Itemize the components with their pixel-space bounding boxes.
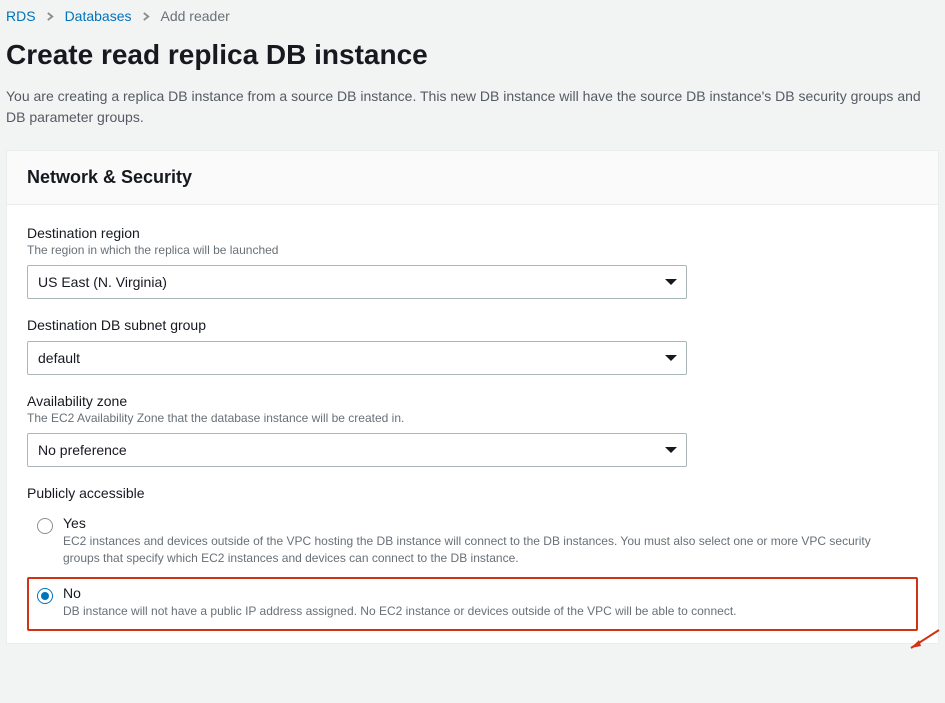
radio-description: DB instance will not have a public IP ad… <box>63 603 893 620</box>
chevron-right-icon <box>46 8 55 24</box>
panel-header: Network & Security <box>7 151 938 205</box>
select-value: default <box>38 350 80 366</box>
field-label: Destination DB subnet group <box>27 317 918 333</box>
caret-down-icon <box>664 275 678 289</box>
page-title: Create read replica DB instance <box>6 30 939 86</box>
field-hint: The EC2 Availability Zone that the datab… <box>27 411 918 425</box>
panel-title: Network & Security <box>27 167 918 188</box>
network-security-panel: Network & Security Destination region Th… <box>6 150 939 644</box>
destination-region-select[interactable]: US East (N. Virginia) <box>27 265 687 299</box>
radio-description: EC2 instances and devices outside of the… <box>63 533 893 568</box>
field-hint: The region in which the replica will be … <box>27 243 918 257</box>
radio-yes[interactable] <box>37 518 53 534</box>
field-destination-region: Destination region The region in which t… <box>27 225 918 299</box>
field-label: Destination region <box>27 225 918 241</box>
subnet-group-select[interactable]: default <box>27 341 687 375</box>
breadcrumb: RDS Databases Add reader <box>6 6 939 30</box>
radio-label: Yes <box>63 515 908 531</box>
breadcrumb-link-databases[interactable]: Databases <box>65 8 132 24</box>
field-publicly-accessible: Publicly accessible Yes EC2 instances an… <box>27 485 918 631</box>
select-value: US East (N. Virginia) <box>38 274 167 290</box>
chevron-right-icon <box>142 8 151 24</box>
select-value: No preference <box>38 442 127 458</box>
availability-zone-select[interactable]: No preference <box>27 433 687 467</box>
caret-down-icon <box>664 351 678 365</box>
field-subnet-group: Destination DB subnet group default <box>27 317 918 375</box>
page-description: You are creating a replica DB instance f… <box>6 86 926 150</box>
breadcrumb-current: Add reader <box>161 8 230 24</box>
radio-option-yes[interactable]: Yes EC2 instances and devices outside of… <box>27 507 918 578</box>
radio-no[interactable] <box>37 588 53 604</box>
field-label: Availability zone <box>27 393 918 409</box>
radio-label: No <box>63 585 908 601</box>
field-availability-zone: Availability zone The EC2 Availability Z… <box>27 393 918 467</box>
breadcrumb-link-rds[interactable]: RDS <box>6 8 36 24</box>
field-label: Publicly accessible <box>27 485 918 501</box>
caret-down-icon <box>664 443 678 457</box>
annotation-arrow-icon <box>905 626 941 654</box>
radio-option-no[interactable]: No DB instance will not have a public IP… <box>27 577 918 630</box>
